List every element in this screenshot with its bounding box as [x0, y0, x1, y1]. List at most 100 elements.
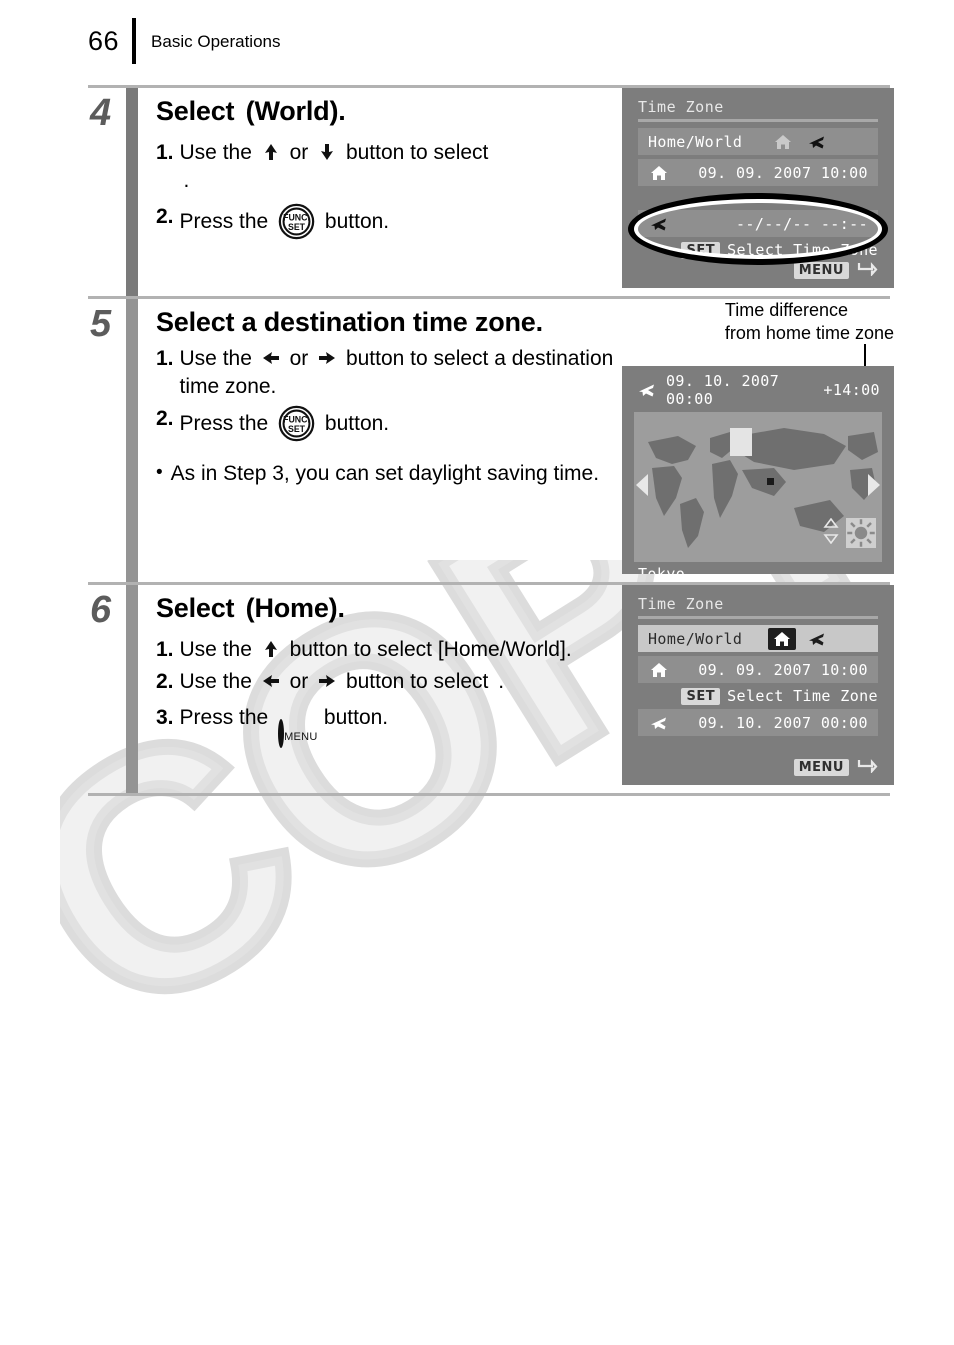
- menu-button-label: MENU: [284, 730, 318, 743]
- lcd-world-time: 09. 10. 2007 00:00: [698, 713, 868, 732]
- step-6-body: Select (Home). 1. Use the button to sele…: [138, 585, 894, 793]
- right-arrow-icon: [317, 671, 337, 691]
- page-header: 66 Basic Operations: [88, 18, 281, 64]
- lcd-set-hint: SET Select Time Zone: [622, 241, 894, 259]
- step-6-item-2: 2. Use the or button to select .: [156, 668, 616, 700]
- page-number: 66: [88, 25, 120, 56]
- step-6-text: Select (Home). 1. Use the button to sele…: [156, 585, 616, 785]
- lcd-world-time: --/--/-- --:--: [735, 214, 868, 233]
- step-5-body: Select a destination time zone. 1. Use t…: [138, 299, 894, 582]
- step-6-item-2-text-c: button to select: [345, 669, 489, 693]
- left-arrow-icon: [261, 348, 281, 368]
- step-4-body: Select (World). 1. Use the or button to …: [138, 88, 894, 296]
- step-4-number-column: 4: [88, 88, 126, 296]
- step-6-accent-bar: [126, 585, 138, 793]
- step-5-item-2: 2. Press the FUNC. SET button.: [156, 405, 616, 442]
- map-right-arrow-icon[interactable]: [868, 474, 880, 496]
- menu-key-badge: MENU: [793, 261, 849, 279]
- set-key-badge: SET: [681, 687, 721, 705]
- step-4-item-1-text-d: .: [183, 168, 190, 192]
- lcd-map-header: 09. 10. 2007 00:00 +14:00: [622, 366, 894, 412]
- lcd-menu-hint: MENU: [793, 757, 878, 777]
- back-arrow-icon: [856, 757, 878, 777]
- lcd-home-time: 09. 09. 2007 10:00: [698, 660, 868, 679]
- map-left-arrow-icon[interactable]: [636, 474, 648, 496]
- step-5-item-2-text-a: Press the: [179, 411, 269, 435]
- step-4: 4 Select (World). 1. Use the or button t…: [88, 88, 894, 296]
- daylight-saving-icon[interactable]: [846, 518, 876, 548]
- step-6-item-1: 1. Use the button to select [Home/World]…: [156, 636, 616, 664]
- step-4-item-2: 2. Press the FUNC. SET button.: [156, 203, 616, 240]
- lcd-row-home-world: Home/World: [638, 128, 878, 155]
- step-4-item-1-text-c: button to select: [345, 140, 489, 164]
- step-6-item-2-marker: 2.: [156, 669, 174, 693]
- step-6-item-3-body: Press the MENU button.: [180, 704, 616, 760]
- step-4-number: 4: [90, 92, 111, 134]
- lcd-city-name: Tokyo: [638, 565, 686, 574]
- step-6-item-2-text-d: .: [498, 669, 505, 693]
- step-6-item-3: 3. Press the MENU button.: [156, 704, 616, 760]
- plane-icon[interactable]: [806, 629, 828, 649]
- time-difference-caption: Time difference from home time zone: [724, 299, 894, 366]
- step-6-title-suffix: (Home).: [245, 593, 345, 623]
- home-icon-selected[interactable]: [768, 627, 796, 650]
- lcd-set-hint: SET Select Time Zone: [622, 687, 894, 705]
- lcd-time-zone-home: Time Zone Home/World 09. 09. 2007 10:00 …: [622, 585, 894, 785]
- caption-line-1: Time difference: [724, 300, 848, 320]
- step-6-item-2-text-a: Use the: [179, 669, 252, 693]
- up-down-arrows-icon: [822, 518, 840, 544]
- plane-icon: [648, 214, 670, 234]
- step-6-item-1-text-b: button to select [Home/World].: [289, 637, 572, 661]
- lcd-set-label: Select Time Zone: [727, 687, 878, 705]
- step-4-title: Select (World).: [156, 96, 616, 133]
- plane-icon: [636, 380, 658, 400]
- step-4-text: Select (World). 1. Use the or button to …: [156, 88, 616, 288]
- func-set-button-icon: FUNC. SET: [278, 405, 315, 442]
- lcd-home-world-label: Home/World: [648, 132, 743, 151]
- lcd-row-home-time: 09. 09. 2007 10:00: [638, 656, 878, 683]
- lcd-title: Time Zone: [638, 98, 724, 116]
- menu-button-icon: MENU: [278, 718, 317, 760]
- lcd-title-underline: [638, 616, 878, 619]
- lcd-home-world-label: Home/World: [648, 629, 743, 648]
- world-map-graphic: [634, 412, 882, 562]
- step-4-item-1: 1. Use the or button to select .: [156, 139, 616, 199]
- step-5-screenshot: Time difference from home time zone 09. …: [616, 299, 894, 574]
- step-5-item-1-text-b: or: [289, 346, 309, 370]
- step-5-accent-bar: [126, 299, 138, 582]
- step-5-title: Select a destination time zone.: [156, 307, 543, 337]
- caption-leader-line: [864, 344, 866, 366]
- step-6-item-1-marker: 1.: [156, 637, 174, 661]
- left-arrow-icon: [261, 671, 281, 691]
- svg-text:SET: SET: [288, 424, 306, 434]
- step-5-note: • As in Step 3, you can set daylight sav…: [156, 460, 616, 488]
- step-6-screenshot: Time Zone Home/World 09. 09. 2007 10:00 …: [616, 585, 894, 785]
- header-divider: [132, 18, 137, 64]
- down-arrow-icon: [317, 142, 337, 162]
- back-arrow-icon: [856, 260, 878, 280]
- lcd-row-home-world[interactable]: Home/World: [638, 625, 878, 652]
- step-5-item-1-text-a: Use the: [179, 346, 252, 370]
- plane-icon: [648, 713, 670, 733]
- lcd-menu-hint: MENU: [793, 260, 878, 280]
- lcd-home-time: 09. 09. 2007 10:00: [698, 163, 868, 182]
- lcd-row-world-time: --/--/-- --:--: [638, 210, 878, 237]
- up-arrow-icon: [261, 142, 281, 162]
- step-4-item-2-body: Press the FUNC. SET button.: [180, 203, 616, 240]
- steps-container: 4 Select (World). 1. Use the or button t…: [88, 85, 894, 796]
- right-arrow-icon: [317, 348, 337, 368]
- step-5-item-2-marker: 2.: [156, 406, 174, 430]
- step-5-item-1-body: Use the or button to select a destinatio…: [180, 345, 616, 401]
- section-title: Basic Operations: [151, 31, 281, 51]
- step-divider-bottom: [88, 793, 890, 796]
- step-4-screenshot: Time Zone Home/World 09. 09. 2007 10:00 …: [616, 88, 894, 288]
- step-4-accent-bar: [126, 88, 138, 296]
- step-6-item-3-marker: 3.: [156, 705, 174, 729]
- home-icon: [648, 163, 670, 183]
- home-icon: [772, 132, 794, 152]
- svg-text:SET: SET: [288, 222, 306, 232]
- step-4-item-2-text-a: Press the: [179, 209, 269, 233]
- step-6-item-3-text-b: button.: [323, 705, 389, 729]
- step-6-title: Select (Home).: [156, 593, 616, 630]
- step-4-item-1-body: Use the or button to select .: [180, 139, 616, 199]
